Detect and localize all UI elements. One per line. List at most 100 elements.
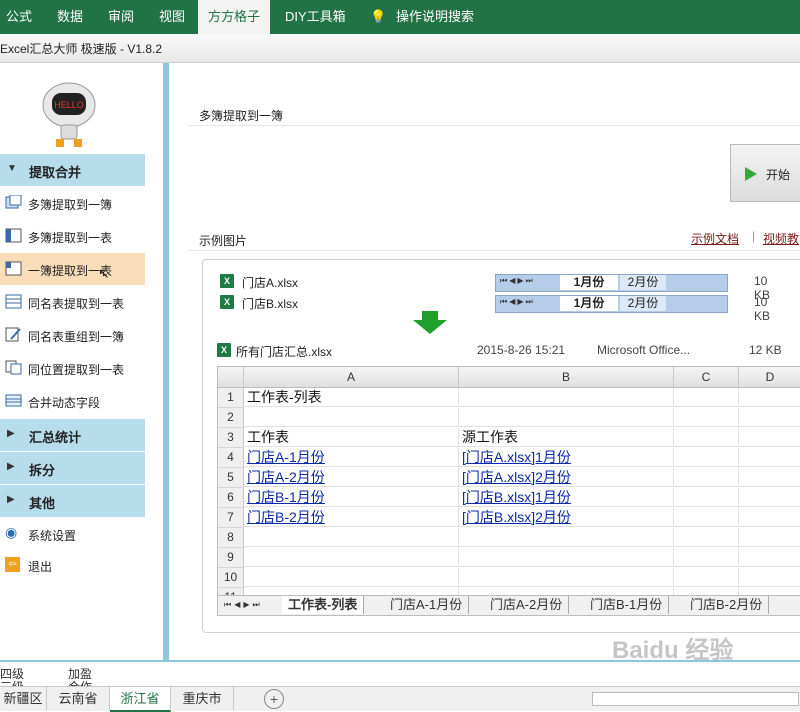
grid-cell xyxy=(739,568,800,587)
grid-cell xyxy=(674,508,739,527)
down-arrow-head xyxy=(413,320,447,334)
sidebar-item-multi-book-to-book[interactable]: 多簿提取到一簿 xyxy=(0,187,145,219)
section-label: 拆分 xyxy=(29,463,56,478)
row-number: 1 xyxy=(218,388,244,408)
grid-cell xyxy=(244,408,459,427)
settings-icon: ◉ xyxy=(5,524,18,540)
grid-cell xyxy=(739,508,800,527)
tab-view[interactable]: 视图 xyxy=(159,0,185,34)
robot-mascot-icon: HELLO xyxy=(42,82,96,147)
sidebar-item-same-position[interactable]: 同位置提取到一表 xyxy=(0,352,145,384)
collapsed-arrow-icon: ▶ xyxy=(7,494,15,505)
grid-cell: 门店A-1月份 xyxy=(244,448,459,467)
row-number: 8 xyxy=(218,528,244,548)
column-header: A xyxy=(244,367,459,388)
row-number: 4 xyxy=(218,448,244,468)
grid-cell xyxy=(739,408,800,427)
sheet-tab-yunnan[interactable]: 云南省 xyxy=(47,687,110,710)
row-number: 10 xyxy=(218,568,244,588)
section-extract-merge[interactable]: ▼ 提取合并 xyxy=(0,154,145,186)
collapsed-arrow-icon: ▶ xyxy=(7,428,15,439)
edit-sheet-icon xyxy=(5,327,21,342)
excel-file-icon: X xyxy=(217,343,231,357)
horizontal-scrollbar[interactable] xyxy=(592,692,799,706)
copy-sheet-icon xyxy=(5,360,22,375)
grid-cell xyxy=(674,488,739,507)
video-tutorial-link[interactable]: 视频教 xyxy=(763,230,799,247)
workbook-icon xyxy=(5,195,22,209)
feature-header: 多簿提取到一簿 xyxy=(187,103,800,126)
example-doc-link[interactable]: 示例文档 xyxy=(691,230,739,247)
section-summary-stats[interactable]: ▶ 汇总统计 xyxy=(0,419,145,451)
watermark: Baidu 经验 xyxy=(612,637,734,664)
row-number: 3 xyxy=(218,428,244,448)
section-label: 汇总统计 xyxy=(29,430,82,445)
tab-fangfang[interactable]: 方方格子 xyxy=(198,0,270,34)
sidebar-item-same-name-regroup[interactable]: 同名表重组到一簿 xyxy=(0,319,145,351)
grid-cell xyxy=(674,468,739,487)
sheet-nav-arrows-icon: ⏮◀▶⏭ xyxy=(224,600,263,609)
tab-diy-toolbox[interactable]: DIY工具箱 xyxy=(285,0,346,34)
grid-cell xyxy=(739,488,800,507)
row-number: 6 xyxy=(218,488,244,508)
mouse-cursor-icon: ↖ xyxy=(98,265,110,281)
grid-cell xyxy=(674,428,739,447)
grid-cell xyxy=(459,548,674,567)
grid-cell xyxy=(739,548,800,567)
ribbon-bar: 公式 数据 审阅 视图 方方格子 DIY工具箱 💡 操作说明搜索 xyxy=(0,0,800,34)
play-icon xyxy=(745,167,757,181)
sidebar-item-merge-dynamic-fields[interactable]: 合并动态字段 xyxy=(0,385,145,417)
grid-cell: 门店B-2月份 xyxy=(244,508,459,527)
grid-cell xyxy=(244,568,459,587)
row-number: 9 xyxy=(218,548,244,568)
sheet-tab-zhejiang[interactable]: 浙江省 xyxy=(110,687,171,712)
grid-cell xyxy=(674,548,739,567)
sidebar-item-multi-book-to-sheet[interactable]: 多簿提取到一表 xyxy=(0,220,145,252)
grid-cell xyxy=(674,448,739,467)
start-button[interactable]: 开始 xyxy=(730,144,800,202)
main-content: 多簿提取到一簿 开始 示例图片 示例文档 | 视频教 X 门店A.xlsx ⏮◀… xyxy=(169,63,800,660)
spreadsheet-preview: A B C D 1 工作表-列表 2 3 工作表 源工作表 4 门店A-1月份 [门店A.xls… xyxy=(217,366,800,616)
grid-cell xyxy=(244,528,459,547)
grid-cell xyxy=(244,548,459,567)
grid-cell xyxy=(674,528,739,547)
sheet-tab-xinjiang[interactable]: 新疆区 xyxy=(0,687,47,710)
section-other[interactable]: ▶ 其他 xyxy=(0,485,145,517)
grid-cell: [门店B.xlsx]2月份 xyxy=(459,508,674,527)
grid-cell: 工作表-列表 xyxy=(244,388,459,407)
section-split[interactable]: ▶ 拆分 xyxy=(0,452,145,484)
sidebar-item-same-name-to-sheet[interactable]: 同名表提取到一表 xyxy=(0,286,145,318)
grid-cell xyxy=(674,388,739,407)
tab-data[interactable]: 数据 xyxy=(57,0,83,34)
grid-cell: [门店A.xlsx]2月份 xyxy=(459,468,674,487)
sheet-tab: 门店A-1月份 xyxy=(384,596,470,614)
link-separator: | xyxy=(752,229,756,243)
sheet-tab-chongqing[interactable]: 重庆市 xyxy=(171,687,234,710)
sheet-icon xyxy=(5,228,22,243)
sheet-icon xyxy=(5,261,22,276)
grid-cell xyxy=(739,528,800,547)
grid-cell: 门店B-1月份 xyxy=(244,488,459,507)
lightbulb-icon[interactable]: 💡 xyxy=(370,0,386,34)
addin-title-bar: Excel汇总大师 极速版 - V1.8.2 xyxy=(0,34,800,63)
sidebar-item-exit[interactable]: ⇦ 退出 xyxy=(0,549,145,581)
grid-cell xyxy=(674,408,739,427)
section-label: 其他 xyxy=(29,496,56,511)
grid-cell xyxy=(739,468,800,487)
sidebar-item-settings[interactable]: ◉ 系统设置 xyxy=(0,518,145,550)
tab-review[interactable]: 审阅 xyxy=(108,0,134,34)
left-nav-panel: HELLO ▼ 提取合并 多簿提取到一簿 多簿提取到一表 一簿提取到一表 ↖ 同… xyxy=(0,63,163,660)
column-header: B xyxy=(459,367,674,388)
tab-formulas[interactable]: 公式 xyxy=(6,0,32,34)
exit-icon: ⇦ xyxy=(5,557,20,572)
sidebar-item-one-book-to-sheet[interactable]: 一簿提取到一表 ↖ xyxy=(0,253,145,285)
select-all-corner xyxy=(218,367,244,388)
row-number: 2 xyxy=(218,408,244,428)
section-label: 提取合并 xyxy=(29,165,82,180)
excel-file-icon: X xyxy=(220,295,234,309)
add-sheet-button[interactable]: + xyxy=(264,689,284,709)
grid-cell: 工作表 xyxy=(244,428,459,447)
grid-cell xyxy=(459,388,674,407)
grid-cell xyxy=(674,568,739,587)
tell-me-search[interactable]: 操作说明搜索 xyxy=(396,0,474,34)
